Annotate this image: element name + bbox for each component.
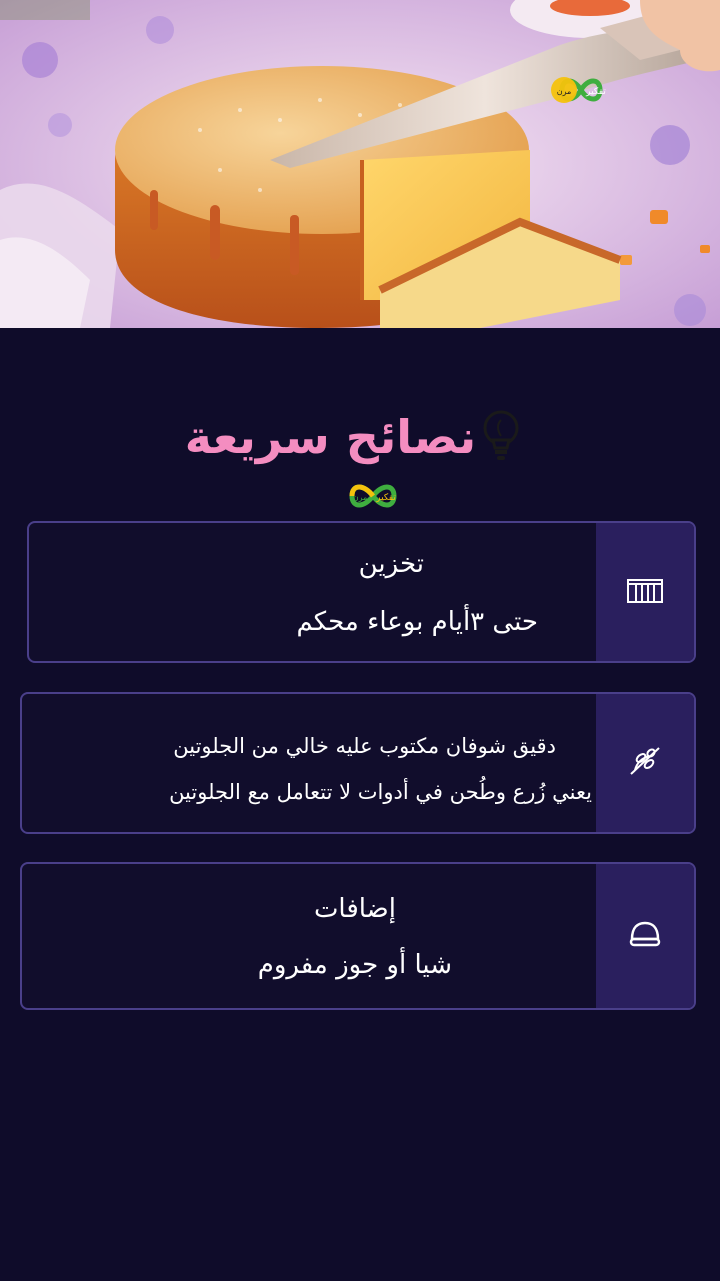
tip-text: يعني زُرع وطُحن في أدوات لا تتعامل مع ال… (169, 780, 592, 804)
tip-icon-panel (596, 523, 694, 661)
logo-text-bottom: مرن (557, 87, 572, 96)
logo-text-bottom: مرن (353, 493, 368, 502)
logo-text-top: تفكير (375, 493, 396, 503)
logo-badge-hero: تفكير مرن (544, 70, 618, 110)
tip-title: دقيق شوفان مكتوب عليه خالي من الجلوتين (173, 734, 556, 758)
tip-title: إضافات (313, 894, 396, 924)
tip-icon-panel (596, 694, 694, 832)
tip-title: تخزين (358, 549, 424, 579)
lightbulb-icon (481, 408, 521, 466)
hero-image: تفكير مرن (0, 0, 720, 328)
tip-icon-panel (596, 864, 694, 1008)
nut-icon (628, 919, 662, 953)
logo-text-top: تفكير (585, 87, 606, 97)
no-gluten-icon (627, 744, 663, 782)
page-title: نصائح سريعة (184, 410, 477, 464)
tip-card-storage: تخزين حتى ٣أيام بوعاء محكم (27, 521, 696, 663)
tip-card-additions: إضافات شيا أو جوز مفروم (20, 862, 696, 1010)
tip-text: حتى ٣أيام بوعاء محكم (296, 607, 538, 637)
section-header: نصائح سريعة (0, 408, 720, 478)
logo-badge: تفكير مرن (336, 476, 410, 516)
storage-box-icon (626, 576, 664, 608)
tip-text: شيا أو جوز مفروم (257, 950, 452, 980)
tip-card-gluten: دقيق شوفان مكتوب عليه خالي من الجلوتين ي… (20, 692, 696, 834)
cake-illustration (0, 0, 720, 328)
